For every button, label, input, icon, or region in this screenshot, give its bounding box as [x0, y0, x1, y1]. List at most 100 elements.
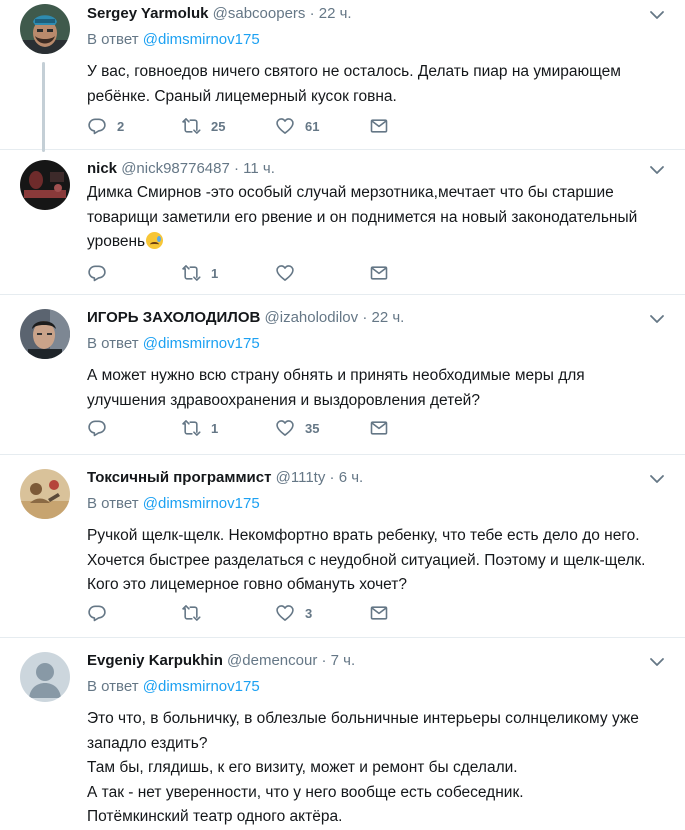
caret-down-icon[interactable] [649, 653, 665, 667]
timestamp[interactable]: 22 ч. [371, 309, 404, 326]
like-icon [275, 603, 295, 623]
avatar[interactable] [20, 652, 70, 702]
like-button[interactable]: 61 [275, 116, 369, 136]
reply-icon [87, 116, 107, 136]
dm-button[interactable] [369, 263, 463, 283]
retweet-button[interactable] [181, 603, 275, 623]
tweet-text: А может нужно всю страну обнять и принят… [87, 367, 585, 409]
author-name[interactable]: Sergey Yarmoluk [87, 5, 208, 22]
dm-icon [369, 263, 389, 283]
reply-button[interactable] [87, 418, 181, 438]
like-button[interactable]: 3 [275, 603, 369, 623]
avatar[interactable] [20, 309, 70, 359]
reply-prefix: В ответ [87, 31, 139, 48]
tweet-actions: 2 25 61 [87, 115, 463, 137]
tweet-actions: 3 [87, 602, 463, 624]
tweet[interactable]: Evgeniy Karpukhin @demencour · 7 ч. В от… [0, 638, 685, 825]
author-name[interactable]: Токсичный программист [87, 469, 271, 486]
separator-dot: · [234, 160, 239, 177]
reply-button[interactable] [87, 603, 181, 623]
timestamp[interactable]: 7 ч. [331, 652, 356, 669]
tweet-header: nick @nick98776487 · 11 ч. [87, 159, 665, 179]
tweet-header: Sergey Yarmoluk @sabcoopers · 22 ч. [87, 4, 665, 24]
reply-prefix: В ответ [87, 495, 139, 512]
like-count: 61 [305, 118, 320, 134]
caret-down-icon[interactable] [649, 6, 665, 20]
author-handle[interactable]: @sabcoopers [213, 5, 306, 22]
author-handle[interactable]: @izaholodilov [265, 309, 359, 326]
retweet-button[interactable]: 25 [181, 116, 275, 136]
author-handle[interactable]: @demencour [227, 652, 317, 669]
author-handle[interactable]: @nick98776487 [121, 160, 230, 177]
timestamp[interactable]: 11 ч. [243, 160, 275, 177]
caret-down-icon[interactable] [649, 470, 665, 484]
thread-connector [42, 62, 45, 152]
like-button[interactable]: 35 [275, 418, 369, 438]
reply-count: 2 [117, 118, 125, 134]
timestamp[interactable]: 22 ч. [319, 5, 352, 22]
avatar[interactable] [20, 160, 70, 210]
tweet-actions: 1 [87, 262, 463, 284]
like-icon [275, 418, 295, 438]
retweet-icon [181, 116, 201, 136]
like-count: 3 [305, 605, 313, 621]
dm-icon [369, 418, 389, 438]
reply-prefix: В ответ [87, 335, 139, 352]
tweet-text: Ручкой щелк-щелк. Некомфортно врать ребе… [87, 527, 646, 593]
reply-button[interactable] [87, 263, 181, 283]
tweet-header: ИГОРЬ ЗАХОЛОДИЛОВ @izaholodilov · 22 ч. [87, 308, 665, 328]
tweet[interactable]: Sergey Yarmoluk @sabcoopers · 22 ч. В от… [0, 0, 685, 152]
reply-mention-link[interactable]: @dimsmirnov175 [143, 335, 260, 352]
author-name[interactable]: Evgeniy Karpukhin [87, 652, 223, 669]
separator-dot: · [309, 5, 315, 22]
retweet-button[interactable]: 1 [181, 263, 275, 283]
dm-button[interactable] [369, 116, 463, 136]
reply-mention-link[interactable]: @dimsmirnov175 [143, 678, 260, 695]
dm-icon [369, 116, 389, 136]
reply-context: В ответ @dimsmirnov175 [87, 334, 665, 354]
tweet-timeline: Sergey Yarmoluk @sabcoopers · 22 ч. В от… [0, 0, 685, 825]
caret-down-icon[interactable] [649, 161, 665, 175]
tweet-header: Evgeniy Karpukhin @demencour · 7 ч. [87, 651, 665, 671]
reply-context: В ответ @dimsmirnov175 [87, 494, 665, 514]
tweet[interactable]: ИГОРЬ ЗАХОЛОДИЛОВ @izaholodilov · 22 ч. … [0, 295, 685, 455]
author-name[interactable]: nick [87, 160, 117, 177]
tweet-text-body: Димка Смирнов -это особый случай мерзотн… [87, 184, 638, 250]
retweet-icon [181, 263, 201, 283]
tweet-text: Димка Смирнов -это особый случай мерзотн… [87, 181, 665, 255]
retweet-count: 1 [211, 265, 219, 281]
like-icon [275, 263, 295, 283]
like-button[interactable] [275, 263, 369, 283]
reply-button[interactable]: 2 [87, 116, 181, 136]
tweet[interactable]: nick @nick98776487 · 11 ч. Димка Смирнов… [0, 150, 685, 295]
reply-icon [87, 263, 107, 283]
author-handle[interactable]: @111ty [276, 469, 326, 486]
retweet-count: 1 [211, 420, 219, 436]
retweet-count: 25 [211, 118, 226, 134]
timestamp[interactable]: 6 ч. [339, 469, 364, 486]
dm-button[interactable] [369, 603, 463, 623]
reply-icon [87, 418, 107, 438]
caret-down-icon[interactable] [649, 310, 665, 324]
separator-dot: · [321, 652, 327, 669]
dm-button[interactable] [369, 418, 463, 438]
avatar[interactable] [20, 469, 70, 519]
reply-icon [87, 603, 107, 623]
reply-mention-link[interactable]: @dimsmirnov175 [143, 495, 260, 512]
reply-context: В ответ @dimsmirnov175 [87, 30, 665, 50]
author-name[interactable]: ИГОРЬ ЗАХОЛОДИЛОВ [87, 309, 260, 326]
reply-mention-link[interactable]: @dimsmirnov175 [143, 31, 260, 48]
tweet[interactable]: Токсичный программист @111ty · 6 ч. В от… [0, 455, 685, 638]
like-icon [275, 116, 295, 136]
reply-context: В ответ @dimsmirnov175 [87, 677, 665, 697]
tweet-header: Токсичный программист @111ty · 6 ч. [87, 468, 665, 488]
like-count: 35 [305, 420, 320, 436]
tweet-actions: 1 35 [87, 417, 463, 439]
retweet-button[interactable]: 1 [181, 418, 275, 438]
tweet-text: У вас, говноедов ничего святого не остал… [87, 63, 621, 105]
dm-icon [369, 603, 389, 623]
reply-prefix: В ответ [87, 678, 139, 695]
retweet-icon [181, 603, 201, 623]
separator-dot: · [362, 309, 368, 326]
avatar[interactable] [20, 4, 70, 54]
